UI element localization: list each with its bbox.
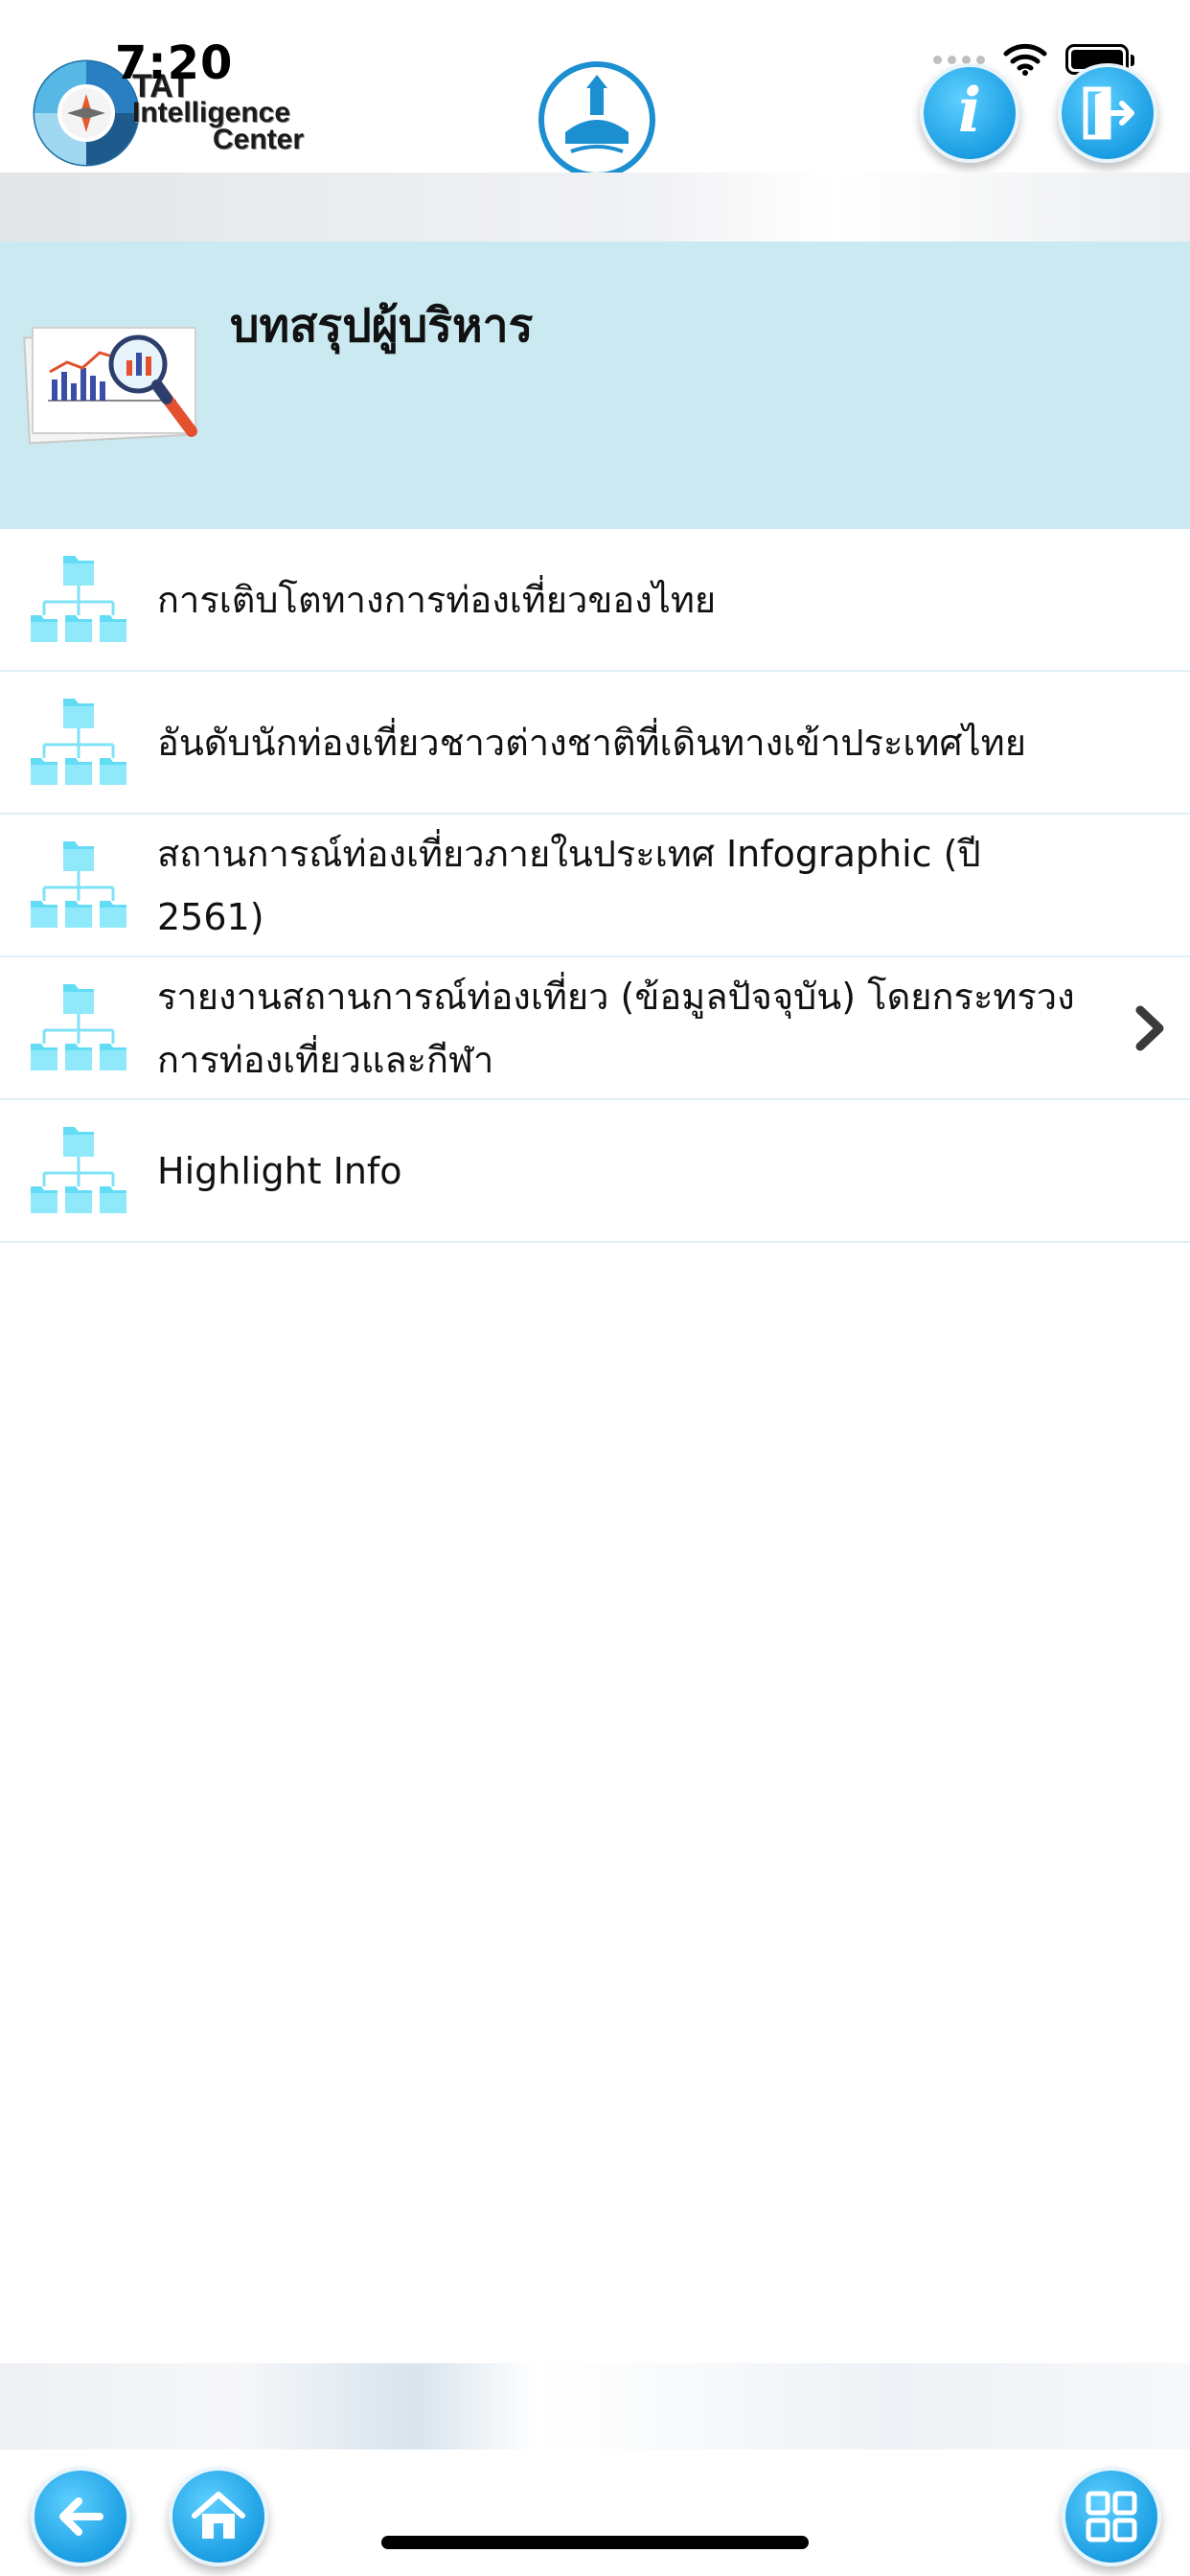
menu-item-label: Highlight Info: [157, 1149, 402, 1192]
top-bar: TAT Intelligence Center 7:20 i: [0, 0, 1190, 178]
folder-tree-icon: [31, 838, 126, 933]
tat-emblem-icon: [538, 61, 655, 178]
decorative-footer-band: [0, 2363, 1190, 2450]
menu-item-label: การเติบโตทางการท่องเที่ยวของไทย: [157, 578, 717, 621]
folder-tree-icon: [31, 695, 126, 791]
home-indicator[interactable]: [381, 2536, 809, 2549]
info-button[interactable]: i: [920, 63, 1019, 163]
menu-item-tourism-growth[interactable]: การเติบโตทางการท่องเที่ยวของไทย: [0, 529, 1190, 672]
info-icon: i: [957, 75, 982, 147]
home-button[interactable]: [169, 2467, 268, 2566]
menu-list: การเติบโตทางการท่องเที่ยวของไทย อันดับนั…: [0, 529, 1190, 1243]
report-magnifier-icon: [23, 327, 197, 445]
logout-icon: [1083, 86, 1134, 140]
section-header: บทสรุปผู้บริหาร: [0, 242, 1190, 529]
logo-line-2: Intelligence: [132, 97, 291, 128]
folder-tree-icon: [31, 1123, 126, 1219]
home-icon: [192, 2492, 245, 2539]
cellular-signal-icon: [933, 55, 985, 64]
folder-tree-icon: [31, 552, 126, 648]
logout-button[interactable]: [1058, 63, 1157, 163]
chevron-right-icon: [1135, 1005, 1164, 1050]
menu-item-label: รายงานสถานการณ์ท่องเที่ยว (ข้อมูลปัจจุบั…: [157, 975, 1075, 1081]
grid-icon: [1086, 2491, 1137, 2542]
status-time: 7:20: [115, 36, 234, 90]
logo-line-3: Center: [213, 124, 305, 155]
menu-item-highlight-info[interactable]: Highlight Info: [0, 1100, 1190, 1243]
menu-item-label: อันดับนักท่องเที่ยวชาวต่างชาติที่เดินทาง…: [157, 721, 1026, 764]
menu-grid-button[interactable]: [1062, 2467, 1161, 2566]
menu-item-foreign-tourist-ranking[interactable]: อันดับนักท่องเที่ยวชาวต่างชาติที่เดินทาง…: [0, 672, 1190, 815]
section-title: บทสรุปผู้บริหาร: [230, 299, 534, 353]
back-arrow-icon: [59, 2497, 103, 2536]
menu-item-label: สถานการณ์ท่องเที่ยวภายในประเทศ Infograph…: [157, 832, 981, 938]
back-button[interactable]: [31, 2467, 130, 2566]
menu-item-domestic-infographic[interactable]: สถานการณ์ท่องเที่ยวภายในประเทศ Infograph…: [0, 815, 1190, 957]
decorative-band: [0, 172, 1190, 242]
menu-item-tourism-situation-report[interactable]: รายงานสถานการณ์ท่องเที่ยว (ข้อมูลปัจจุบั…: [0, 957, 1190, 1100]
wifi-icon: [1003, 43, 1047, 76]
folder-tree-icon: [31, 980, 126, 1076]
